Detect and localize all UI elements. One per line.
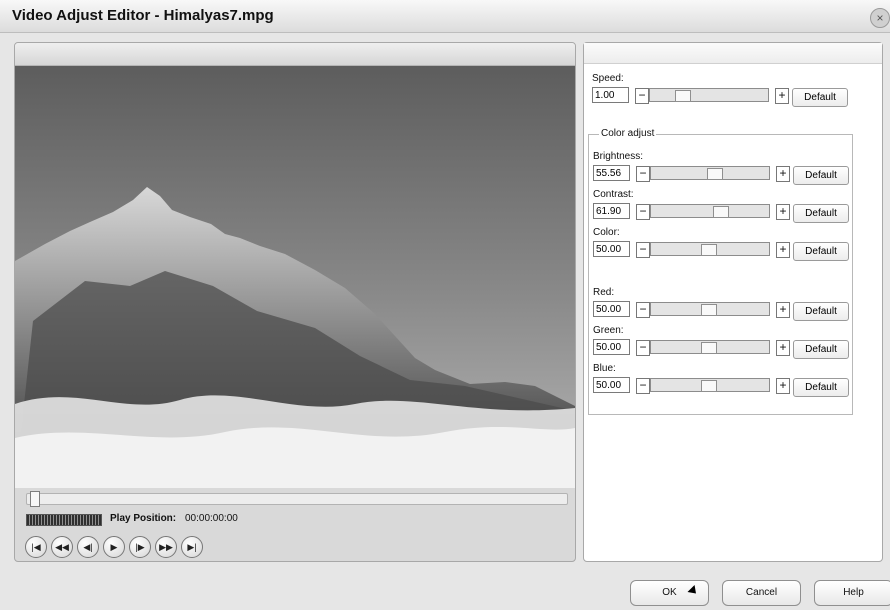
speed-default-button[interactable]: Default	[792, 88, 848, 107]
green-slider[interactable]	[650, 340, 770, 354]
color-adjust-group: Color adjust Brightness: 55.56 − + Defau…	[588, 128, 853, 415]
adjustment-panel-header	[584, 43, 882, 64]
green-input[interactable]: 50.00	[593, 339, 630, 355]
window-title: Video Adjust Editor - Himalyas7.mpg	[12, 7, 274, 24]
color-slider-thumb[interactable]	[701, 244, 717, 256]
color-slider[interactable]	[650, 242, 770, 256]
fast-backward-icon[interactable]: ◀◀	[51, 536, 73, 558]
red-plus-button[interactable]: +	[776, 302, 790, 318]
red-default-button[interactable]: Default	[793, 302, 849, 321]
red-minus-button[interactable]: −	[636, 302, 650, 318]
contrast-slider-thumb[interactable]	[713, 206, 729, 218]
contrast-plus-button[interactable]: +	[776, 204, 790, 220]
green-plus-button[interactable]: +	[776, 340, 790, 356]
speed-plus-button[interactable]: +	[775, 88, 789, 104]
video-frame-image	[15, 66, 575, 488]
contrast-minus-button[interactable]: −	[636, 204, 650, 220]
brightness-default-button[interactable]: Default	[793, 166, 849, 185]
color-plus-button[interactable]: +	[776, 242, 790, 258]
green-label: Green:	[593, 325, 624, 336]
play-icon[interactable]: ▶	[103, 536, 125, 558]
video-preview	[15, 66, 575, 488]
color-adjust-title: Color adjust	[599, 128, 657, 139]
red-slider[interactable]	[650, 302, 770, 316]
blue-default-button[interactable]: Default	[793, 378, 849, 397]
play-position-value: 00:00:00:00	[185, 513, 238, 524]
speed-input[interactable]: 1.00	[592, 87, 629, 103]
red-label: Red:	[593, 287, 615, 298]
red-slider-thumb[interactable]	[701, 304, 717, 316]
seek-slider[interactable]	[26, 491, 568, 507]
blue-plus-button[interactable]: +	[776, 378, 790, 394]
brightness-input[interactable]: 55.56	[593, 165, 630, 181]
blue-minus-button[interactable]: −	[636, 378, 650, 394]
seek-thumb[interactable]	[30, 491, 40, 507]
speed-minus-button[interactable]: −	[635, 88, 649, 104]
green-default-button[interactable]: Default	[793, 340, 849, 359]
blue-input[interactable]: 50.00	[593, 377, 630, 393]
contrast-slider[interactable]	[650, 204, 770, 218]
brightness-slider[interactable]	[650, 166, 770, 180]
speed-slider[interactable]	[649, 88, 769, 102]
contrast-input[interactable]: 61.90	[593, 203, 630, 219]
color-minus-button[interactable]: −	[636, 242, 650, 258]
blue-slider-thumb[interactable]	[701, 380, 717, 392]
brightness-minus-button[interactable]: −	[636, 166, 650, 182]
play-position-label: Play Position:	[110, 513, 177, 524]
cancel-button[interactable]: Cancel	[722, 580, 801, 606]
contrast-default-button[interactable]: Default	[793, 204, 849, 223]
skip-end-icon[interactable]: ▶|	[181, 536, 203, 558]
color-default-button[interactable]: Default	[793, 242, 849, 261]
audio-level-meter	[26, 514, 102, 526]
color-label: Color:	[593, 227, 620, 238]
adjustment-panel: Speed: 1.00 − + Default Color adjust Bri…	[583, 42, 883, 562]
step-forward-icon[interactable]: |▶	[129, 536, 151, 558]
fast-forward-icon[interactable]: ▶▶	[155, 536, 177, 558]
color-input[interactable]: 50.00	[593, 241, 630, 257]
step-backward-icon[interactable]: ◀|	[77, 536, 99, 558]
brightness-slider-thumb[interactable]	[707, 168, 723, 180]
video-preview-panel: Play Position: 00:00:00:00 |◀ ◀◀ ◀| ▶ |▶…	[14, 42, 576, 562]
speed-label: Speed:	[592, 73, 624, 84]
green-minus-button[interactable]: −	[636, 340, 650, 356]
green-slider-thumb[interactable]	[701, 342, 717, 354]
red-input[interactable]: 50.00	[593, 301, 630, 317]
brightness-label: Brightness:	[593, 151, 644, 162]
brightness-plus-button[interactable]: +	[776, 166, 790, 182]
title-bar: Video Adjust Editor - Himalyas7.mpg ×	[0, 0, 890, 33]
help-button[interactable]: Help	[814, 580, 890, 606]
skip-start-icon[interactable]: |◀	[25, 536, 47, 558]
contrast-label: Contrast:	[593, 189, 634, 200]
preview-header	[15, 43, 575, 66]
blue-label: Blue:	[593, 363, 616, 374]
ok-button[interactable]: OK	[630, 580, 709, 606]
speed-slider-thumb[interactable]	[675, 90, 691, 102]
blue-slider[interactable]	[650, 378, 770, 392]
close-icon[interactable]: ×	[870, 8, 890, 28]
